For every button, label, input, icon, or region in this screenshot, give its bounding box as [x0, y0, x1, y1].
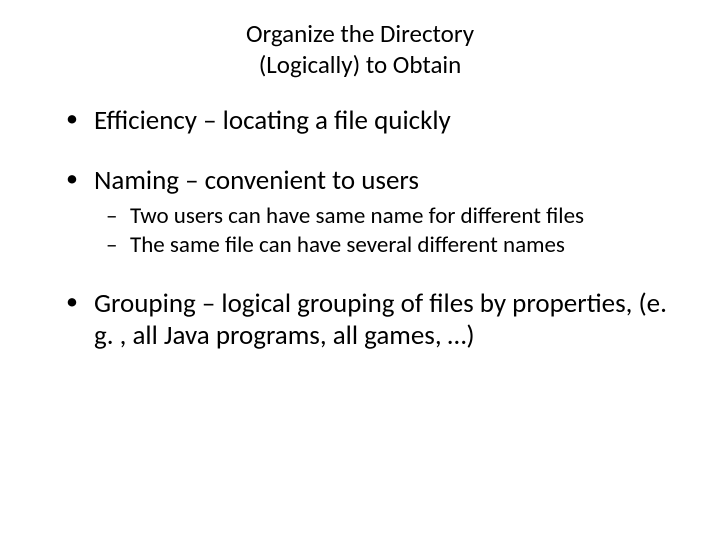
sub-bullet-list: Two users can have same name for differe… — [94, 203, 680, 259]
title-line-2: (Logically) to Obtain — [259, 49, 462, 80]
sub-bullet-text: The same file can have several different… — [130, 231, 565, 259]
sub-bullet: Two users can have same name for differe… — [130, 203, 680, 230]
bullet-text: Efficiency – locating a file quickly — [94, 104, 451, 137]
bullet-text: Grouping – logical grouping of files by … — [94, 287, 667, 352]
slide: Organize the Directory (Logically) to Ob… — [0, 0, 720, 540]
slide-title: Organize the Directory (Logically) to Ob… — [40, 18, 680, 81]
sub-bullet: The same file can have several different… — [130, 232, 680, 259]
bullet-grouping: Grouping – logical grouping of files by … — [94, 288, 680, 353]
bullet-naming: Naming – convenient to users Two users c… — [94, 165, 680, 260]
sub-bullet-text: Two users can have same name for differe… — [130, 202, 584, 230]
bullet-text: Naming – convenient to users — [94, 164, 419, 197]
bullet-efficiency: Efficiency – locating a file quickly — [94, 105, 680, 137]
title-line-1: Organize the Directory — [246, 18, 474, 49]
bullet-list: Efficiency – locating a file quickly Nam… — [40, 105, 680, 353]
